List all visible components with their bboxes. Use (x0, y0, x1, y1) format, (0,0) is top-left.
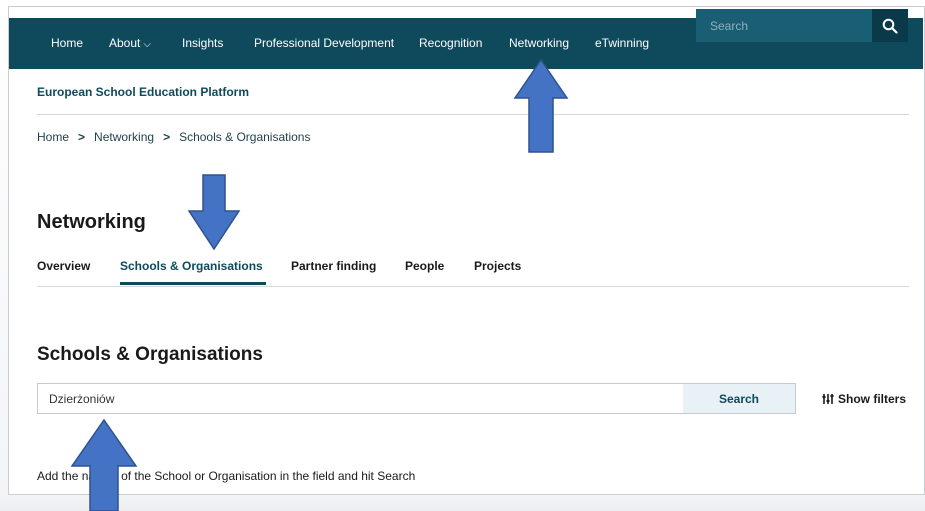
nav-item-etwinning[interactable]: eTwinning (595, 18, 649, 69)
tab-people[interactable]: People (405, 259, 444, 273)
arrow-up-icon (513, 58, 569, 153)
breadcrumb-current: Schools & Organisations (179, 130, 311, 144)
nav-item-professional-development[interactable]: Professional Development (254, 18, 394, 69)
tab-projects[interactable]: Projects (474, 259, 521, 273)
search-hint-end: of the School or Organisation in the fie… (121, 469, 416, 483)
tab-overview[interactable]: Overview (37, 259, 90, 273)
organisation-search: Search (37, 383, 796, 414)
search-button[interactable]: Search (683, 384, 795, 413)
nav-item-about[interactable]: About ⌵ (109, 18, 151, 69)
section-title: Schools & Organisations (37, 344, 263, 365)
show-filters-button[interactable]: Show filters (822, 392, 906, 406)
arrow-up-icon (70, 418, 138, 511)
breadcrumb: Home > Networking > Schools & Organisations (37, 130, 310, 144)
platform-name[interactable]: European School Education Platform (37, 85, 249, 99)
nav-item-recognition[interactable]: Recognition (419, 18, 482, 69)
chevron-right-icon: > (163, 130, 171, 144)
breadcrumb-networking[interactable]: Networking (94, 130, 154, 144)
search-icon (882, 18, 898, 34)
organisation-search-input[interactable] (38, 384, 681, 413)
divider (37, 114, 909, 115)
tab-schools-organisations[interactable]: Schools & Organisations (120, 259, 263, 273)
show-filters-label: Show filters (838, 392, 907, 406)
filters-icon (822, 394, 834, 404)
page-title: Networking (37, 211, 146, 233)
nav-search-button[interactable] (872, 9, 908, 42)
chevron-down-icon: ⌵ (143, 39, 151, 50)
tabs-divider (37, 286, 909, 287)
nav-item-insights[interactable]: Insights (182, 18, 223, 69)
background-fade (0, 493, 925, 511)
nav-item-label: About (109, 36, 141, 50)
breadcrumb-home[interactable]: Home (37, 130, 69, 144)
arrow-down-icon (187, 174, 241, 251)
browser-viewport (8, 6, 925, 495)
chevron-right-icon: > (78, 130, 86, 144)
nav-item-home[interactable]: Home (51, 18, 83, 69)
nav-search-input[interactable] (696, 9, 872, 42)
nav-search-field[interactable] (696, 9, 872, 42)
tab-partner-finding[interactable]: Partner finding (291, 259, 376, 273)
active-tab-indicator (120, 282, 266, 285)
